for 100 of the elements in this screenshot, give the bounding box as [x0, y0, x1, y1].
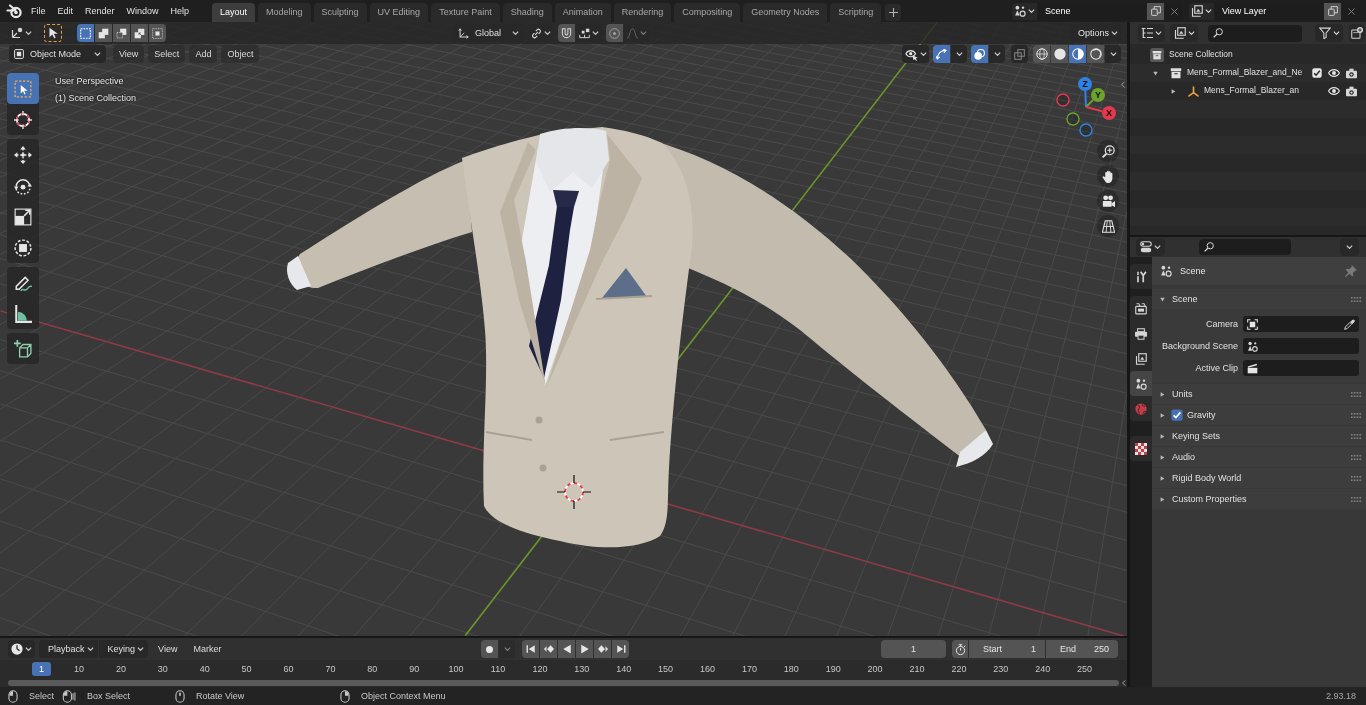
menu-item[interactable]: Select [148, 45, 186, 63]
workspace-tab[interactable]: Scripting [830, 3, 882, 22]
dropdown-button[interactable] [951, 45, 967, 63]
eye-icon[interactable] [1328, 85, 1340, 97]
app-logo-icon[interactable] [6, 3, 22, 19]
workspace-tab[interactable]: Modeling [258, 3, 311, 22]
jump-to-start-button[interactable] [522, 640, 539, 658]
chevron-left-icon[interactable] [1121, 678, 1127, 687]
panel-header[interactable]: Units [1152, 384, 1366, 404]
menu-item[interactable]: Help [164, 0, 196, 22]
clip-field[interactable] [1243, 360, 1359, 376]
menu-item[interactable]: View [113, 45, 145, 63]
select-mode-button[interactable] [95, 24, 112, 42]
properties-tab[interactable] [1130, 371, 1152, 396]
display-mode-dropdown[interactable] [1170, 24, 1198, 42]
workspace-tab[interactable]: Animation [554, 3, 611, 22]
editor-type-button[interactable] [8, 640, 35, 658]
workspace-tab[interactable]: Sculpting [313, 3, 367, 22]
shading-mode-button[interactable] [1069, 45, 1086, 63]
snap-toggle[interactable] [558, 24, 575, 42]
menu-item[interactable]: Edit [51, 0, 80, 22]
select-mode-button[interactable] [113, 24, 130, 42]
shading-mode-button[interactable] [1033, 45, 1050, 63]
zoom-button[interactable] [1097, 140, 1119, 162]
play-button[interactable] [576, 640, 593, 658]
gizmo-toggle[interactable] [933, 45, 950, 63]
menu-item[interactable]: File [25, 0, 52, 22]
chevron-left-icon[interactable] [1120, 80, 1126, 89]
panel-header[interactable]: Keying Sets [1152, 426, 1366, 446]
eye-icon[interactable] [1328, 67, 1340, 79]
shading-options-dropdown[interactable] [1105, 45, 1121, 63]
shading-mode-button[interactable] [1087, 45, 1104, 63]
workspace-tab[interactable]: UV Editing [369, 3, 429, 22]
new-collection-button[interactable] [1349, 24, 1365, 42]
duplicate-button[interactable] [1324, 2, 1341, 20]
outliner-item[interactable]: Mens_Formal_Blazer_and_Ne [1187, 68, 1303, 78]
interaction-mode-dropdown[interactable]: Object Mode [9, 45, 106, 63]
play-reverse-button[interactable] [558, 640, 575, 658]
shading-mode-button[interactable] [1051, 45, 1068, 63]
selectability-dropdown[interactable] [902, 45, 929, 63]
camera-icon[interactable] [1346, 85, 1357, 97]
jump-to-end-button[interactable] [612, 640, 629, 658]
transform-orientation-dropdown[interactable]: Global [453, 24, 524, 42]
menu-item[interactable]: Add [189, 45, 218, 63]
playhead[interactable]: 1 [32, 662, 51, 676]
next-keyframe-button[interactable] [594, 640, 611, 658]
editor-type-button[interactable] [8, 24, 34, 42]
active-tool-button[interactable] [44, 24, 62, 42]
pin-icon[interactable] [1345, 265, 1357, 277]
panel-header[interactable]: Audio [1152, 447, 1366, 467]
axis-handle[interactable]: Z [1078, 77, 1092, 91]
timeline-scrollbar[interactable] [8, 679, 1119, 686]
axis-ring-icon[interactable] [1056, 93, 1070, 107]
options-dropdown[interactable] [1340, 238, 1359, 256]
select-mode-button[interactable] [131, 24, 148, 42]
outliner-item[interactable]: Scene Collection [1169, 50, 1233, 60]
select-mode-button[interactable] [149, 24, 166, 42]
workspace-tab[interactable]: Layout [212, 3, 256, 22]
search-field[interactable] [1199, 239, 1291, 255]
duplicate-button[interactable] [1147, 2, 1164, 20]
select-mode-button[interactable] [77, 24, 94, 42]
workspace-tab[interactable]: Geometry Nodes [743, 3, 828, 22]
workspace-tab[interactable]: Texture Paint [431, 3, 500, 22]
editor-type-button[interactable] [1136, 238, 1165, 256]
start-frame-field[interactable]: Start 1 [969, 640, 1045, 658]
outliner-item[interactable]: Mens_Formal_Blazer_an [1204, 86, 1299, 96]
axis-ring-icon[interactable] [1066, 112, 1080, 126]
overlays-toggle[interactable] [971, 45, 988, 63]
editor-type-button[interactable] [1138, 24, 1165, 42]
search-field[interactable] [1208, 24, 1302, 42]
workspace-tab[interactable]: Compositing [674, 3, 741, 22]
pan-button[interactable] [1097, 165, 1119, 187]
axis-ring-icon[interactable] [1079, 123, 1093, 137]
menu-item[interactable]: Render [79, 0, 121, 22]
add-workspace-button[interactable] [885, 4, 902, 21]
x-ray-toggle[interactable] [1011, 45, 1028, 63]
camera-field[interactable] [1243, 316, 1359, 332]
menu-item[interactable]: Window [120, 0, 165, 22]
options-dropdown[interactable]: Options [1069, 24, 1122, 42]
triangle-down-icon[interactable] [1153, 70, 1158, 76]
dropdown-button[interactable] [989, 45, 1005, 63]
panel-header[interactable]: Scene [1152, 289, 1366, 309]
menu-item[interactable]: Object [221, 45, 260, 63]
end-frame-field[interactable]: End 250 [1046, 640, 1118, 658]
axis-handle[interactable]: Y [1091, 88, 1105, 102]
camera-view-button[interactable] [1097, 190, 1119, 212]
panel-header[interactable]: Custom Properties [1152, 489, 1366, 509]
eyedropper-icon[interactable] [1344, 318, 1355, 330]
triangle-right-icon[interactable] [1171, 88, 1176, 94]
current-frame-field[interactable]: 1 [881, 640, 946, 658]
workspace-tab[interactable]: Rendering [613, 3, 672, 22]
menu-dropdown[interactable]: Playback [39, 640, 98, 658]
axis-handle[interactable]: X [1102, 106, 1116, 120]
filter-dropdown[interactable] [1315, 24, 1343, 42]
previous-keyframe-button[interactable] [540, 640, 557, 658]
background-scene-field[interactable] [1243, 338, 1359, 354]
menu-item[interactable]: View [152, 643, 184, 655]
browse-button[interactable] [1189, 2, 1214, 20]
proportional-editing-toggle[interactable] [606, 24, 623, 42]
menu-item[interactable]: Marker [187, 643, 228, 655]
